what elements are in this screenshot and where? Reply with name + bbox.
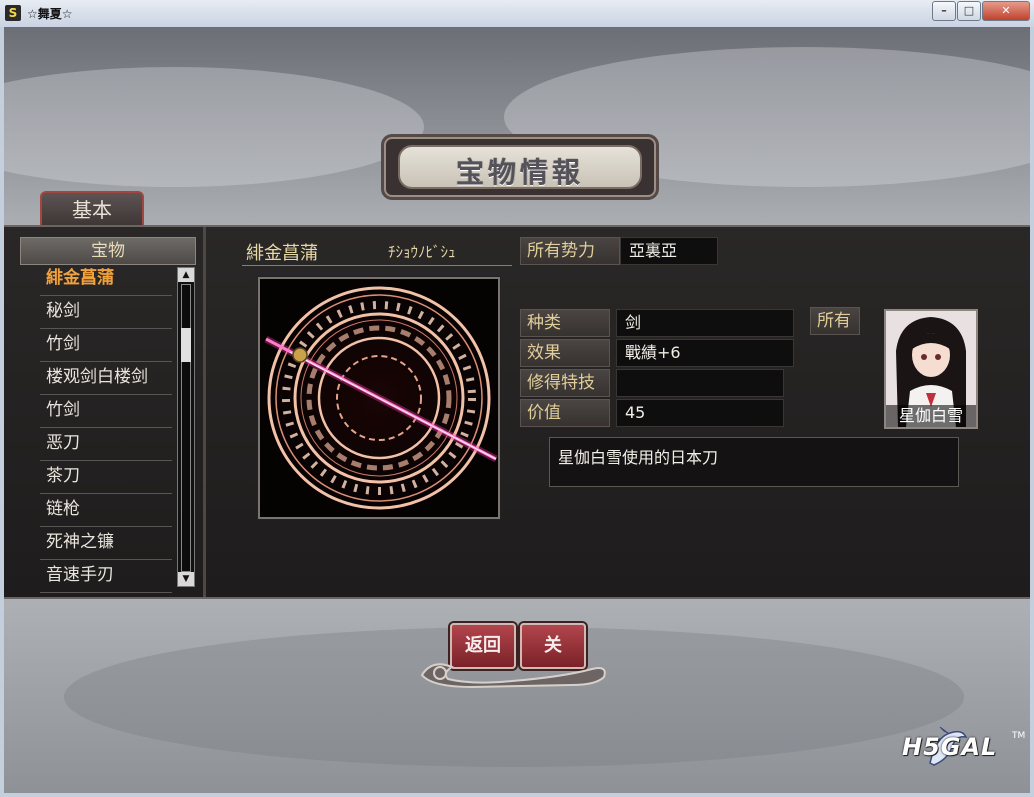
screen-title: 宝物情報 <box>455 156 584 189</box>
window-titlebar: S ☆舞夏☆ – □ ✕ <box>0 0 1034 28</box>
treasure-list: 緋金菖蒲 秘剑 竹剑 楼观剑白楼剑 竹剑 恶刀 茶刀 链枪 死神之镰 音速手刃 <box>40 263 172 593</box>
item-reading: ﾁｼｮｳﾉﾋﾞｼｭ <box>388 243 456 261</box>
list-item[interactable]: 茶刀 <box>40 461 172 494</box>
list-item[interactable]: 秘剑 <box>40 296 172 329</box>
skill-value <box>616 369 784 397</box>
faction-label: 所有势力 <box>520 237 620 265</box>
app-icon: S <box>5 5 21 21</box>
scroll-down-arrow-icon[interactable]: ▼ <box>178 572 194 586</box>
treasure-panel: 宝物 緋金菖蒲 秘剑 竹剑 楼观剑白楼剑 竹剑 恶刀 茶刀 链枪 死神之镰 音速… <box>4 225 1030 599</box>
panel-divider <box>203 227 206 597</box>
item-description: 星伽白雪使用的日本刀 <box>549 437 959 487</box>
list-header: 宝物 <box>20 237 196 265</box>
type-value: 剑 <box>616 309 794 337</box>
value-label: 价值 <box>520 399 610 427</box>
window-title: ☆舞夏☆ <box>27 7 73 21</box>
list-scrollbar[interactable]: ▲ ▼ <box>177 267 195 587</box>
faction-value: 亞裏亞 <box>620 237 718 265</box>
value-value: 45 <box>616 399 784 427</box>
window-frame-right <box>1030 27 1034 797</box>
list-item[interactable]: 链枪 <box>40 494 172 527</box>
maximize-button[interactable]: □ <box>957 1 981 21</box>
background-mist <box>4 67 424 187</box>
window-frame-bottom <box>0 793 1034 797</box>
button-ornament-icon <box>420 663 606 689</box>
scroll-up-arrow-icon[interactable]: ▲ <box>178 268 194 282</box>
owner-label: 所有 <box>810 307 860 335</box>
close-window-button[interactable]: ✕ <box>982 1 1030 21</box>
item-name-bar: 緋金菖蒲 ﾁｼｮｳﾉﾋﾞｼｭ <box>242 237 512 266</box>
logo-tm: TM <box>1012 731 1026 741</box>
magic-circle-sword-icon <box>260 279 498 517</box>
effect-value: 戰績+6 <box>616 339 794 367</box>
type-label: 种类 <box>520 309 610 337</box>
skill-label: 修得特技 <box>520 369 610 397</box>
list-item[interactable]: 竹剑 <box>40 329 172 362</box>
list-item[interactable]: 緋金菖蒲 <box>40 263 172 296</box>
owner-name: 星伽白雪 <box>886 405 976 427</box>
item-name: 緋金菖蒲 <box>246 243 318 264</box>
game-screen: 宝物情報 基本 宝物 緋金菖蒲 秘剑 竹剑 楼观剑白楼剑 竹剑 恶刀 茶刀 链枪… <box>4 27 1030 793</box>
list-item[interactable]: 恶刀 <box>40 428 172 461</box>
item-image <box>258 277 500 519</box>
minimize-button[interactable]: – <box>932 1 956 21</box>
list-item[interactable]: 死神之镰 <box>40 527 172 560</box>
list-item[interactable]: 楼观剑白楼剑 <box>40 362 172 395</box>
scroll-thumb[interactable] <box>181 328 191 362</box>
h5gal-logo: H5GAL <box>902 733 998 761</box>
list-item[interactable]: 竹剑 <box>40 395 172 428</box>
screen-title-plate: 宝物情報 <box>384 137 656 197</box>
effect-label: 效果 <box>520 339 610 367</box>
tab-basic[interactable]: 基本 <box>40 191 144 227</box>
owner-portrait[interactable]: 星伽白雪 <box>884 309 978 429</box>
list-item[interactable]: 音速手刃 <box>40 560 172 593</box>
